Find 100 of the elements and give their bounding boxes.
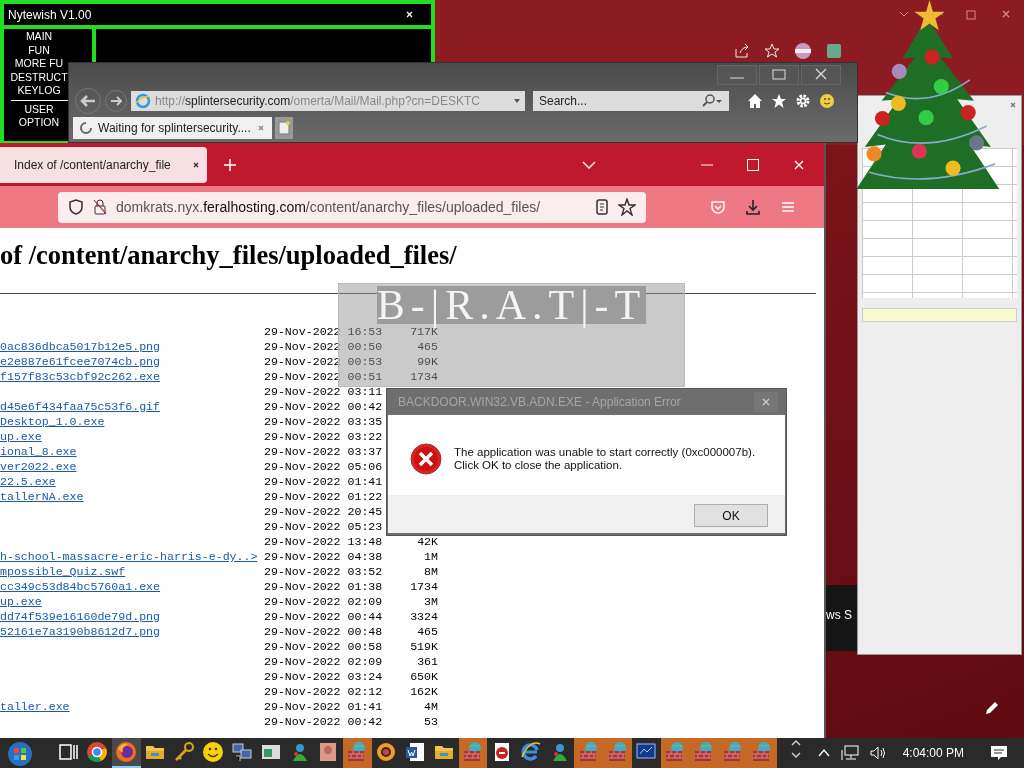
new-tab-icon[interactable]: [223, 157, 237, 172]
page-heading: of /content/anarchy_files/uploaded_files/: [0, 240, 458, 271]
download-icon[interactable]: [745, 199, 761, 215]
notification-icon[interactable]: [990, 744, 1008, 762]
taskbar-button[interactable]: [458, 738, 488, 768]
search-bar[interactable]: Search...: [533, 91, 729, 111]
modified-date: 29-Nov-2022 00:42: [264, 714, 383, 729]
internet-explorer-icon: [519, 741, 542, 763]
firefox-icon: [115, 741, 138, 763]
settings-icon[interactable]: [795, 93, 811, 109]
menu-item[interactable]: MORE FU: [14, 57, 64, 71]
volume-icon[interactable]: [868, 745, 887, 761]
modified-date: 29-Nov-2022 00:44: [264, 609, 383, 624]
taskbar-button[interactable]: [660, 738, 690, 768]
dialog-title: BACKDOOR.WIN32.VB.ADN.EXE - Application Error: [398, 395, 681, 409]
file-link[interactable]: 22.5.exe: [0, 475, 56, 488]
modified-date: 29-Nov-2022 01:22: [264, 489, 383, 504]
window-title: Nytewish V1.00: [8, 7, 92, 22]
menu-item[interactable]: FUN: [28, 43, 50, 57]
file-link[interactable]: taller.exe: [0, 700, 70, 713]
smiley-icon: [201, 741, 224, 763]
search-icon[interactable]: [701, 94, 723, 108]
taskbar-button[interactable]: [342, 738, 372, 768]
maximize-button[interactable]: [759, 65, 799, 85]
menu-item[interactable]: USER: [24, 102, 54, 116]
file-link[interactable]: up.exe: [0, 430, 42, 443]
minimize-button[interactable]: [717, 65, 757, 85]
forward-arrow-icon: [110, 95, 122, 107]
file-link[interactable]: dd74f539e16160de79d.png: [0, 610, 161, 623]
file-link[interactable]: Desktop_1.0.exe: [0, 415, 105, 428]
file-link[interactable]: 52161e7a3190b8612d7.png: [0, 625, 161, 638]
error-message: The application was unable to start correctly (0xc000007b). Click OK to close the application.: [454, 445, 756, 473]
close-button[interactable]: [754, 392, 778, 412]
file-size: 650K: [409, 669, 438, 684]
menu-item[interactable]: OPTION: [18, 116, 60, 130]
modified-date: 29-Nov-2022 05:23: [264, 519, 383, 534]
reader-view-icon[interactable]: [594, 199, 610, 215]
file-link[interactable]: mpossible_Quiz.swf: [0, 565, 126, 578]
file-size: 53: [423, 714, 438, 729]
profile-circle-icon[interactable]: [794, 42, 812, 60]
modified-date: 29-Nov-2022 03:52: [264, 564, 383, 579]
file-size: 162K: [409, 684, 438, 699]
star-icon[interactable]: [764, 43, 780, 59]
extension-icon[interactable]: [826, 43, 842, 59]
smiley-icon[interactable]: [819, 93, 835, 109]
modified-date: 29-Nov-2022 01:38: [264, 579, 383, 594]
globe-e-icon: [135, 93, 151, 109]
close-button[interactable]: [801, 65, 841, 85]
close-icon[interactable]: [404, 9, 415, 20]
modified-date: 29-Nov-2022 00:53: [264, 354, 383, 369]
restore-icon[interactable]: [966, 8, 978, 20]
file-link[interactable]: d45e6f434faa75c53f6.gif: [0, 400, 161, 413]
taskbar-button[interactable]: [111, 738, 141, 768]
new-tab-button[interactable]: [274, 117, 293, 139]
file-link[interactable]: cc349c53d84bc5760a1.exe: [0, 580, 161, 593]
modified-date: 29-Nov-2022 00:51: [264, 369, 383, 384]
address-bar[interactable]: domkrats.nyx.feralhosting.com/content/anarchy_files/uploaded_files/: [58, 191, 646, 223]
crossed-lock-icon: [92, 199, 108, 215]
modified-date: 29-Nov-2022 05:06: [264, 459, 383, 474]
network-icon[interactable]: [840, 745, 859, 761]
file-link[interactable]: up.exe: [0, 595, 42, 608]
file-link[interactable]: h-school-massacre-eric-harris-e-dy..>: [0, 550, 258, 563]
browser-tab[interactable]: Waiting for splintersecurity....: [73, 117, 272, 139]
search-field[interactable]: Search...: [539, 94, 701, 108]
file-link[interactable]: ver2022.exe: [0, 460, 77, 473]
maximize-icon[interactable]: [746, 157, 760, 172]
file-size: 3324: [409, 609, 438, 624]
dropdown-icon[interactable]: [513, 97, 521, 105]
file-link[interactable]: tallerNA.exe: [0, 490, 84, 503]
file-link[interactable]: f157f83c53cbf92c262.exe: [0, 370, 161, 383]
home-icon[interactable]: [747, 93, 763, 109]
menu-item[interactable]: KEYLOG: [17, 84, 61, 98]
window-text: ws S: [826, 608, 852, 622]
file-size: 4M: [423, 699, 438, 714]
file-size: 8M: [423, 564, 438, 579]
address-bar[interactable]: http://splintersecurity.com/omerta/Mail/Mail.php?cn=DESKTC: [131, 91, 525, 111]
file-size: 361: [416, 654, 438, 669]
ok-button[interactable]: OK: [694, 504, 768, 527]
menu-item[interactable]: DESTRUCT: [10, 70, 68, 84]
bookmark-star-icon[interactable]: [618, 198, 636, 216]
file-link[interactable]: 0ac836dbca5017b12e5.png: [0, 340, 161, 353]
input-field[interactable]: [862, 308, 1017, 322]
modified-date: 29-Nov-2022 02:09: [264, 594, 383, 609]
file-link[interactable]: e2e887e61fcee7074cb.png: [0, 355, 161, 368]
modified-date: 29-Nov-2022 01:41: [264, 699, 383, 714]
menu-item[interactable]: MAIN: [25, 30, 53, 44]
share-icon[interactable]: [734, 43, 750, 59]
file-size: 1M: [423, 549, 438, 564]
ring-icon: [375, 741, 398, 763]
pocket-icon[interactable]: [710, 199, 726, 215]
favorites-star-icon[interactable]: [771, 93, 787, 109]
clock[interactable]: 4:04:00 PM: [902, 746, 964, 760]
modified-date: 29-Nov-2022 20:45: [264, 504, 383, 519]
file-size: 99K: [416, 354, 438, 369]
browser-tab[interactable]: Index of /content/anarchy_file: [0, 146, 207, 183]
chrome-icon: [86, 741, 109, 763]
close-icon: [760, 396, 772, 408]
modified-date: 29-Nov-2022 04:38: [264, 549, 383, 564]
file-link[interactable]: ional_8.exe: [0, 445, 77, 458]
file-size: 42K: [416, 534, 438, 549]
